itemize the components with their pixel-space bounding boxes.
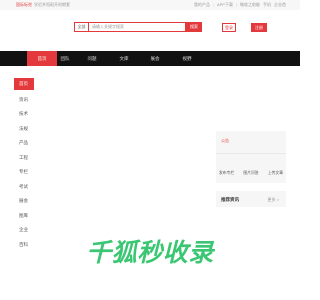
register-button[interactable]: 注册 bbox=[251, 23, 267, 32]
divider bbox=[216, 153, 286, 154]
search-category-select[interactable]: 全部 bbox=[74, 22, 88, 32]
nav-item-team[interactable]: 团队 bbox=[50, 51, 80, 66]
top-link-app[interactable]: APP下载 bbox=[217, 2, 233, 8]
publish-column-link[interactable]: 发布专栏 bbox=[219, 171, 234, 176]
user-panel: 公告 发布专栏 图片问答 上传文章 bbox=[216, 131, 286, 183]
image-qa-link[interactable]: 图片问答 bbox=[243, 171, 258, 176]
sidebar-item-news[interactable]: 资讯 bbox=[14, 93, 34, 108]
nav-item-library[interactable]: 文库 bbox=[109, 51, 139, 66]
main-nav: 首页 团队 问题 文库 展会 视野 bbox=[0, 51, 300, 66]
sidebar-item-expo[interactable]: 展会 bbox=[14, 194, 34, 209]
sidebar-item-tech[interactable]: 技术 bbox=[14, 107, 34, 122]
sidebar-item-products[interactable]: 产品 bbox=[14, 136, 34, 151]
sidebar-item-home[interactable]: 首页 bbox=[14, 78, 34, 90]
nav-item-questions[interactable]: 问题 bbox=[77, 51, 107, 66]
brand-link[interactable]: 国际标兜 bbox=[16, 2, 32, 8]
watermark-logo: 千狐秒收录 bbox=[0, 236, 300, 267]
top-bar: 国际标兜 学迟并而昭开的期套 我的产品 | APP下载 | 微软之前能 手机 企… bbox=[0, 0, 300, 10]
top-links: 我的产品 | APP下载 | 微软之前能 手机 企业首 bbox=[194, 2, 286, 8]
site-slogan: 学迟并而昭开的期套 bbox=[34, 2, 70, 7]
watermark-text: 千狐秒收录 bbox=[86, 238, 214, 267]
sidebar-item-engineering[interactable]: 工程 bbox=[14, 151, 34, 166]
sidebar-item-gallery[interactable]: 图库 bbox=[14, 209, 34, 224]
more-link[interactable]: 更多 > bbox=[268, 197, 279, 203]
recommend-title: 推荐资讯 bbox=[221, 197, 239, 202]
search-bar: 全部 请输入关键字搜索 搜索 bbox=[74, 22, 202, 32]
search-button[interactable]: 搜索 bbox=[186, 22, 202, 32]
nav-item-vision[interactable]: 视野 bbox=[172, 51, 202, 66]
sidebar-item-columns[interactable]: 专栏 bbox=[14, 165, 34, 180]
separator: | bbox=[235, 2, 237, 7]
sidebar: 首页 资讯 技术 法规 产品 工程 专栏 考试 展会 图库 企业 百科 bbox=[14, 78, 34, 252]
top-link-wechat[interactable]: 微软之前能 bbox=[240, 2, 260, 8]
top-link-mobile[interactable]: 手机 bbox=[263, 2, 271, 8]
quick-actions: 发布专栏 图片问答 上传文章 bbox=[219, 171, 283, 176]
sidebar-item-regulations[interactable]: 法规 bbox=[14, 122, 34, 137]
recommend-panel: 推荐资讯 更多 > bbox=[216, 191, 286, 207]
search-input[interactable]: 请输入关键字搜索 bbox=[88, 22, 186, 32]
top-link-enterprise[interactable]: 企业首 bbox=[274, 2, 286, 8]
sidebar-item-exams[interactable]: 考试 bbox=[14, 180, 34, 195]
notice-link[interactable]: 公告 bbox=[221, 138, 229, 144]
upload-article-link[interactable]: 上传文章 bbox=[268, 171, 283, 176]
nav-item-expo[interactable]: 展会 bbox=[140, 51, 170, 66]
separator: | bbox=[212, 2, 214, 7]
top-link-products[interactable]: 我的产品 bbox=[194, 2, 210, 8]
login-button[interactable]: 登录 bbox=[222, 23, 236, 32]
